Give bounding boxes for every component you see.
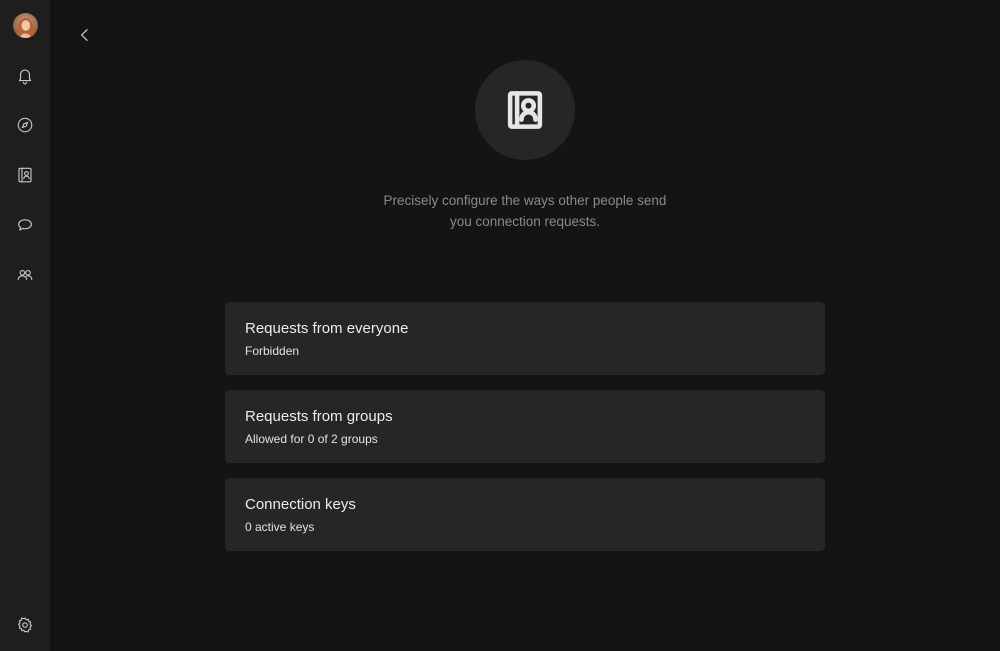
chat-bubble-icon bbox=[18, 219, 32, 231]
sidebar-item-settings[interactable] bbox=[11, 611, 39, 639]
contact-book-icon bbox=[507, 91, 543, 129]
gear-icon bbox=[17, 617, 33, 633]
sidebar bbox=[0, 0, 50, 651]
bell-icon bbox=[18, 69, 32, 85]
hero-icon-circle bbox=[475, 60, 575, 160]
sidebar-item-contacts[interactable] bbox=[11, 161, 39, 189]
avatar-image bbox=[13, 13, 38, 38]
sidebar-item-explore[interactable] bbox=[11, 111, 39, 139]
app-window: Precisely configure the ways other peopl… bbox=[0, 0, 1000, 651]
people-icon bbox=[17, 269, 33, 281]
connection-keys-card[interactable]: Connection keys 0 active keys bbox=[225, 478, 825, 551]
page-description: Precisely configure the ways other peopl… bbox=[383, 193, 667, 229]
chevron-left-icon bbox=[81, 29, 88, 41]
card-subtitle: 0 active keys bbox=[245, 520, 315, 534]
card-title: Requests from everyone bbox=[245, 320, 409, 337]
back-button[interactable] bbox=[73, 23, 97, 47]
sidebar-item-groups[interactable] bbox=[11, 261, 39, 289]
sidebar-item-notifications[interactable] bbox=[11, 62, 39, 90]
card-subtitle: Allowed for 0 of 2 groups bbox=[245, 432, 378, 446]
requests-from-groups-card[interactable]: Requests from groups Allowed for 0 of 2 … bbox=[225, 390, 825, 463]
card-subtitle: Forbidden bbox=[245, 344, 300, 358]
requests-from-everyone-card[interactable]: Requests from everyone Forbidden bbox=[225, 302, 825, 375]
contact-book-icon bbox=[18, 167, 32, 183]
card-title: Requests from groups bbox=[245, 408, 393, 425]
card-title: Connection keys bbox=[245, 496, 356, 513]
main-content: Precisely configure the ways other peopl… bbox=[50, 0, 1000, 651]
sidebar-item-chats[interactable] bbox=[11, 211, 39, 239]
compass-icon bbox=[17, 117, 33, 133]
avatar[interactable] bbox=[13, 13, 38, 38]
